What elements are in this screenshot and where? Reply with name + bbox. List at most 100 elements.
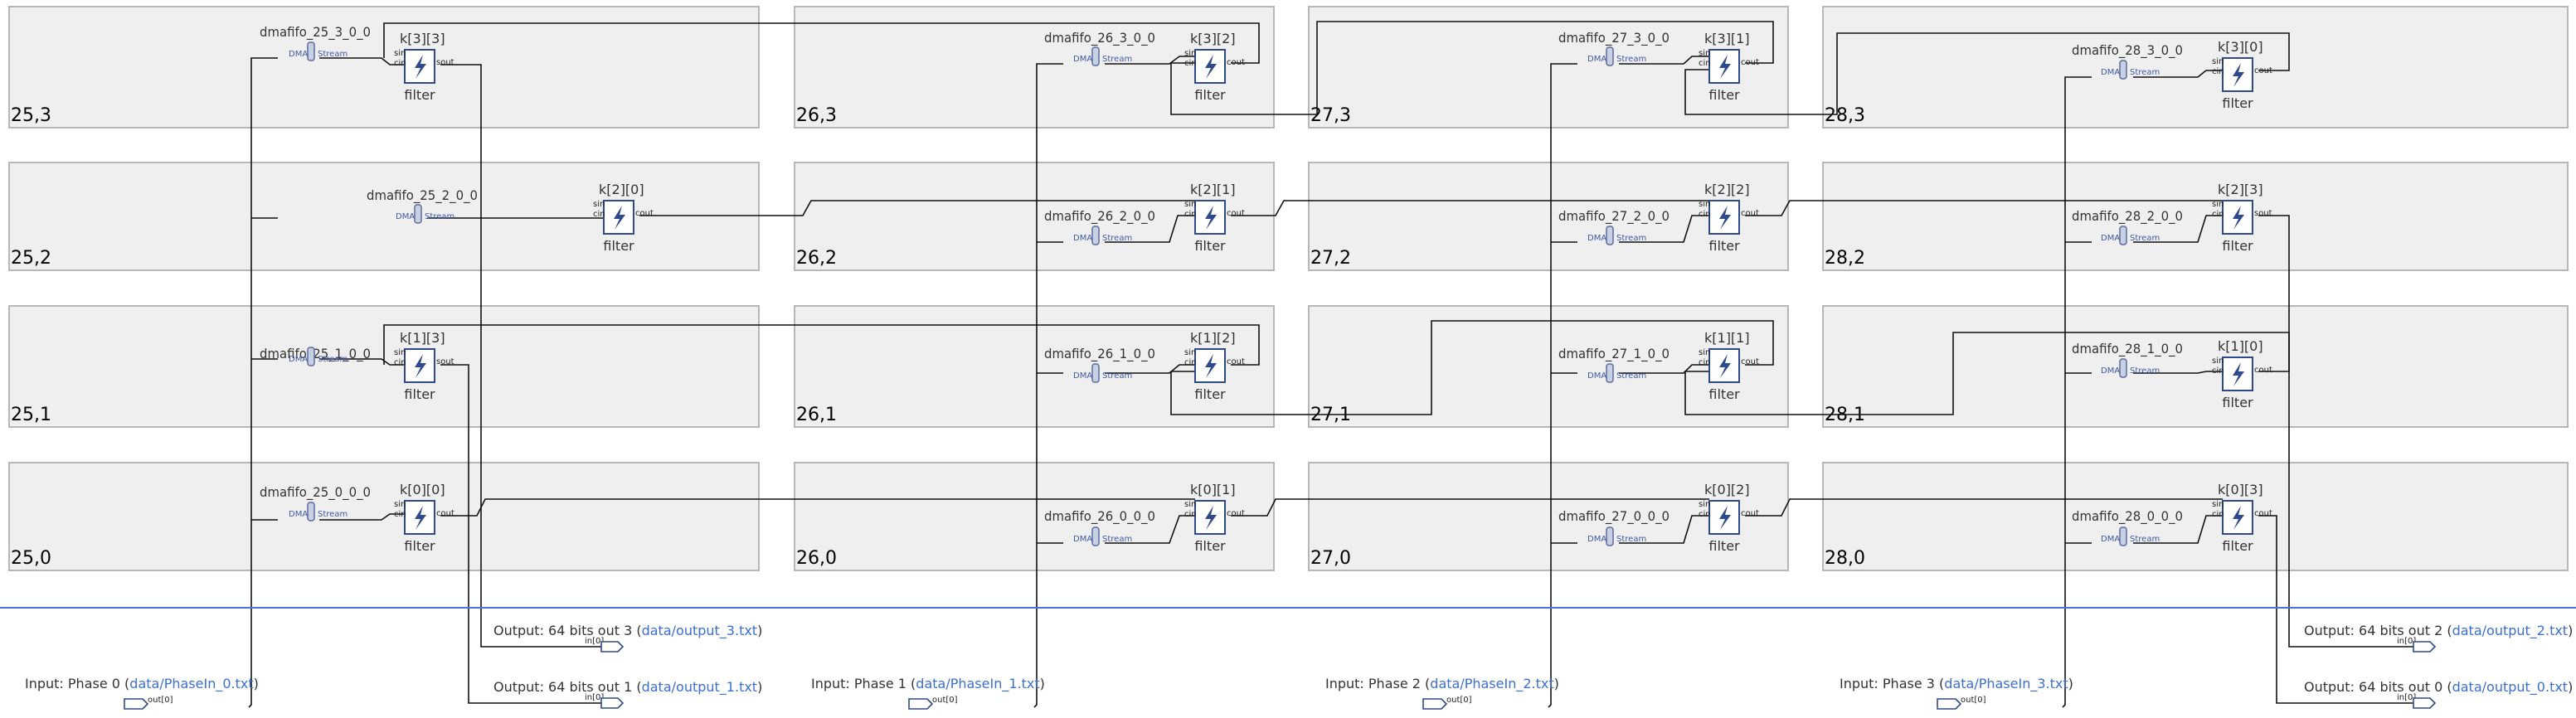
- input-label: Input: Phase 0 (data/PhaseIn_0.txt): [25, 676, 259, 692]
- kernel-type: filter: [603, 238, 634, 254]
- output-port-icon: [600, 697, 625, 709]
- fifo-buffer-icon: [1606, 526, 1614, 546]
- kernel-type: filter: [2222, 538, 2253, 554]
- port-sin: sin: [2212, 357, 2224, 366]
- input-port-icon: [124, 698, 149, 710]
- output-port-icon: [2413, 697, 2437, 709]
- input-label: Input: Phase 3 (data/PhaseIn_3.txt): [1840, 676, 2073, 692]
- fifo-buffer-icon: [2119, 60, 2127, 80]
- input-phase-1[interactable]: Input: Phase 1 (data/PhaseIn_1.txt) out[0…: [811, 676, 1045, 710]
- fifo-name: dmafifo_25_1_0_0: [260, 346, 371, 362]
- port-sin: sin: [394, 500, 406, 509]
- fifo-dma-label: DMA: [1587, 371, 1606, 381]
- kernel-type: filter: [1708, 386, 1740, 402]
- port-sin: sin: [2212, 200, 2224, 209]
- fifo-buffer-icon: [1091, 526, 1100, 546]
- output-label: Output: 64 bits out 1 (data/output_1.txt…: [493, 679, 762, 696]
- output-label: Output: 64 bits out 0 (data/output_0.txt…: [2304, 679, 2573, 696]
- fifo-stream-label: Stream: [1616, 234, 1646, 243]
- dataflow-graph: 25,3 26,3 27,3 28,325,2 26,2 27,2 28,225,1 26,1…: [0, 6, 2576, 710]
- tile-label: 26,2: [796, 248, 837, 269]
- fifo-name: dmafifo_25_3_0_0: [260, 24, 371, 41]
- tile-label: 25,1: [11, 405, 51, 425]
- input-port-label: out[0]: [932, 696, 958, 705]
- port-sin: sin: [1184, 49, 1196, 58]
- port-cin: cin: [394, 358, 406, 367]
- fifo-name: dmafifo_27_0_0_0: [1558, 508, 1670, 525]
- fifo-buffer-icon: [1091, 363, 1100, 383]
- port-out: sout: [436, 357, 454, 366]
- port-out: cout: [2254, 366, 2272, 375]
- fifo-stream-label: Stream: [1616, 55, 1646, 64]
- port-out: cout: [1227, 58, 1245, 67]
- input-port-icon: [908, 698, 934, 710]
- tile-label: 26,1: [796, 405, 837, 425]
- fifo-name: dmafifo_25_2_0_0: [367, 187, 478, 204]
- tile-25-0: 25,0: [8, 462, 760, 571]
- fifo-buffer-icon: [1606, 363, 1614, 383]
- input-port-label: out[0]: [1961, 696, 1986, 705]
- port-out: cout: [2254, 509, 2272, 518]
- stream-wire: [2258, 215, 2413, 648]
- kernel-type: filter: [404, 386, 435, 402]
- input-phase-2[interactable]: Input: Phase 2 (data/PhaseIn_2.txt) out[0…: [1325, 676, 1559, 710]
- port-cin: cin: [1699, 358, 1711, 367]
- fifo-buffer-icon: [307, 502, 315, 522]
- port-out: cout: [1741, 357, 1759, 366]
- kernel-name: k[1][3]: [400, 330, 445, 346]
- fifo-stream-label: Stream: [1616, 371, 1646, 381]
- port-out: sout: [436, 58, 454, 67]
- fifo-name: dmafifo_28_2_0_0: [2072, 208, 2183, 225]
- fifo-stream-label: Stream: [425, 212, 454, 221]
- kernel-name: k[2][2]: [1704, 182, 1750, 197]
- fifo-stream-label: Stream: [318, 355, 348, 364]
- port-out: cout: [1227, 209, 1245, 218]
- fifo-buffer-icon: [1606, 226, 1614, 245]
- input-port-icon: [1422, 698, 1448, 710]
- fifo-buffer-icon: [414, 204, 422, 224]
- port-out: cout: [1741, 209, 1759, 218]
- kernel-name: k[2][3]: [2218, 182, 2263, 197]
- port-sin: sin: [1184, 500, 1196, 509]
- fifo-name: dmafifo_26_2_0_0: [1044, 208, 1155, 225]
- port-cin: cin: [394, 59, 406, 68]
- kernel-type: filter: [404, 87, 435, 103]
- fifo-stream-label: Stream: [2130, 366, 2160, 376]
- fifo-name: dmafifo_28_0_0_0: [2072, 508, 2183, 525]
- fifo-buffer-icon: [1091, 226, 1100, 245]
- fifo-name: dmafifo_27_3_0_0: [1558, 30, 1670, 46]
- port-sin: sin: [2212, 500, 2224, 509]
- port-sin: sin: [1184, 348, 1196, 357]
- fifo-buffer-icon: [307, 347, 315, 366]
- fifo-buffer-icon: [2119, 226, 2127, 245]
- port-sin: sin: [593, 200, 605, 209]
- fifo-dma-label: DMA: [1073, 55, 1092, 64]
- kernel-name: k[0][2]: [1704, 482, 1750, 497]
- kernel-name: k[1][2]: [1190, 330, 1236, 346]
- port-cin: cin: [1699, 510, 1711, 519]
- fifo-name: dmafifo_26_3_0_0: [1044, 30, 1155, 46]
- fifo-stream-label: Stream: [1102, 55, 1132, 64]
- fifo-buffer-icon: [1091, 46, 1100, 66]
- port-cin: cin: [2212, 210, 2224, 219]
- fifo-dma-label: DMA: [1587, 55, 1606, 64]
- kernel-type: filter: [1708, 87, 1740, 103]
- input-phase-0[interactable]: Input: Phase 0 (data/PhaseIn_0.txt) out[0…: [25, 676, 259, 710]
- input-phase-3[interactable]: Input: Phase 3 (data/PhaseIn_3.txt) out[0…: [1840, 676, 2073, 710]
- port-out: cout: [635, 209, 654, 218]
- port-out: cout: [2254, 66, 2272, 75]
- tile-label: 26,3: [796, 105, 837, 126]
- port-cin: cin: [2212, 510, 2224, 519]
- tile-label: 26,0: [796, 548, 837, 569]
- fifo-dma-label: DMA: [289, 355, 308, 364]
- kernel-type: filter: [404, 538, 435, 554]
- fifo-name: dmafifo_28_1_0_0: [2072, 341, 2183, 357]
- fifo-dma-label: DMA: [1587, 535, 1606, 544]
- kernel-type: filter: [1194, 87, 1226, 103]
- port-cin: cin: [1184, 59, 1197, 68]
- output-port-icon: [2413, 641, 2437, 653]
- fifo-buffer-icon: [307, 41, 315, 61]
- fifo-stream-label: Stream: [1102, 535, 1132, 544]
- output-label: Output: 64 bits out 3 (data/output_3.txt…: [493, 623, 762, 639]
- fifo-name: dmafifo_27_2_0_0: [1558, 208, 1670, 225]
